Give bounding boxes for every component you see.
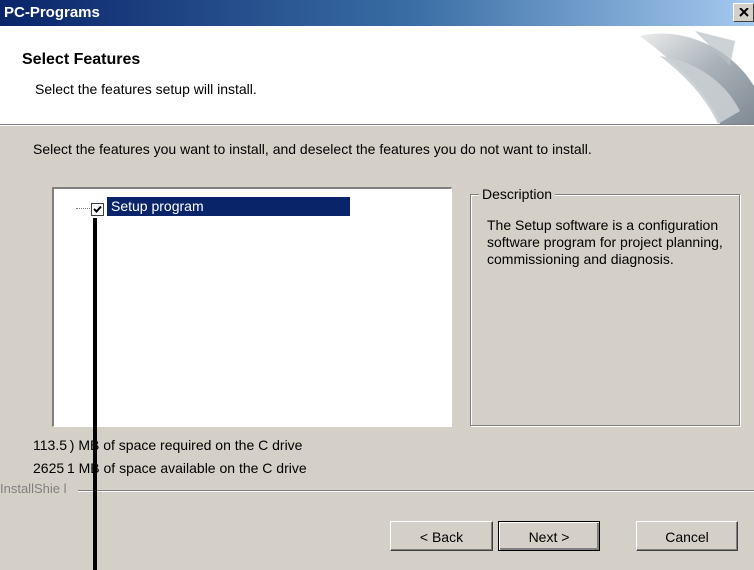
instruction-text: Select the features you want to install,…	[33, 141, 592, 157]
tree-connector	[76, 208, 92, 209]
installshield-brand: InstallShie l	[0, 481, 67, 496]
text-cursor-bar	[93, 218, 97, 570]
footer-divider-highlight	[78, 491, 754, 492]
feature-tree[interactable]: Setup program	[52, 187, 452, 427]
space-required-text: 113.5 ) MB of space required on the C dr…	[33, 437, 303, 453]
close-icon	[739, 8, 749, 17]
cancel-button[interactable]: Cancel	[636, 521, 738, 551]
description-group: Description The Setup software is a conf…	[470, 186, 740, 426]
description-legend: Description	[479, 186, 556, 202]
description-text: The Setup software is a configuration so…	[487, 217, 723, 267]
close-button[interactable]	[733, 3, 754, 22]
page-title: Select Features	[22, 51, 141, 68]
header-divider-highlight	[0, 125, 754, 126]
checkmark-icon	[93, 205, 102, 213]
header-panel: Select Features Select the features setu…	[0, 26, 754, 124]
installer-window: PC-Programs Select Features Select the f…	[0, 0, 754, 570]
title-bar[interactable]: PC-Programs	[0, 0, 754, 26]
installer-graphic-icon	[640, 31, 754, 124]
page-subtitle: Select the features setup will install.	[35, 81, 257, 97]
feature-checkbox[interactable]	[91, 203, 104, 216]
next-button[interactable]: Next >	[498, 521, 600, 551]
window-title: PC-Programs	[4, 4, 100, 21]
space-available-text: 2625 1 MB of space available on the C dr…	[33, 460, 307, 476]
tree-item-setup-program[interactable]: Setup program	[107, 197, 350, 216]
back-button[interactable]: < Back	[390, 521, 493, 551]
